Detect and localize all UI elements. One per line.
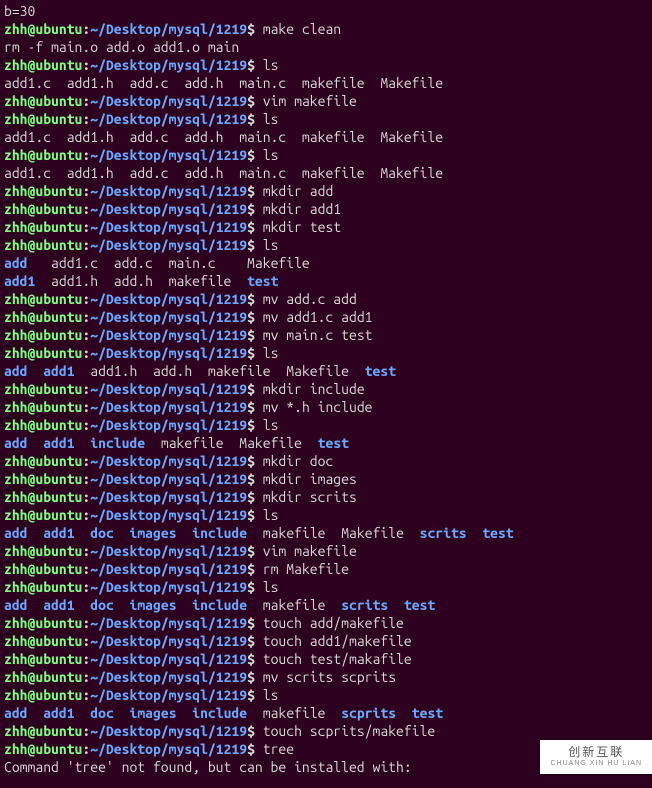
- terminal-line: zhh@ubuntu:~/Desktop/mysql/1219$ touch t…: [4, 650, 648, 668]
- terminal-line: zhh@ubuntu:~/Desktop/mysql/1219$ mkdir d…: [4, 452, 648, 470]
- terminal-line: zhh@ubuntu:~/Desktop/mysql/1219$ vim mak…: [4, 542, 648, 560]
- terminal-line: zhh@ubuntu:~/Desktop/mysql/1219$ mv add1…: [4, 308, 648, 326]
- terminal-line: zhh@ubuntu:~/Desktop/mysql/1219$ ls: [4, 344, 648, 362]
- terminal-line: add1.c add1.h add.c add.h main.c makefil…: [4, 164, 648, 182]
- terminal-line: zhh@ubuntu:~/Desktop/mysql/1219$ mv add.…: [4, 290, 648, 308]
- terminal-line: zhh@ubuntu:~/Desktop/mysql/1219$ ls: [4, 416, 648, 434]
- terminal-line: zhh@ubuntu:~/Desktop/mysql/1219$ ls: [4, 110, 648, 128]
- terminal-line: zhh@ubuntu:~/Desktop/mysql/1219$ touch s…: [4, 722, 648, 740]
- terminal-line: zhh@ubuntu:~/Desktop/mysql/1219$ ls: [4, 146, 648, 164]
- watermark-badge: 创新互联 CHUANG XIN HU LIAN: [540, 740, 652, 774]
- terminal-line: zhh@ubuntu:~/Desktop/mysql/1219$ mv *.h …: [4, 398, 648, 416]
- terminal-line: zhh@ubuntu:~/Desktop/mysql/1219$ mkdir i…: [4, 470, 648, 488]
- watermark-text-en: CHUANG XIN HU LIAN: [550, 758, 642, 770]
- watermark-text-cn: 创新互联: [550, 746, 642, 758]
- terminal-line: zhh@ubuntu:~/Desktop/mysql/1219$ rm Make…: [4, 560, 648, 578]
- terminal-line: zhh@ubuntu:~/Desktop/mysql/1219$ ls: [4, 236, 648, 254]
- terminal-line: zhh@ubuntu:~/Desktop/mysql/1219$ touch a…: [4, 632, 648, 650]
- terminal-line: zhh@ubuntu:~/Desktop/mysql/1219$ ls: [4, 686, 648, 704]
- terminal-line: zhh@ubuntu:~/Desktop/mysql/1219$ mv scri…: [4, 668, 648, 686]
- terminal-line: add add1.c add.c main.c Makefile: [4, 254, 648, 272]
- terminal-line: add1.c add1.h add.c add.h main.c makefil…: [4, 74, 648, 92]
- terminal-line: zhh@ubuntu:~/Desktop/mysql/1219$ mkdir t…: [4, 218, 648, 236]
- terminal-line: add add1 include makefile Makefile test: [4, 434, 648, 452]
- terminal-line: add1 add1.h add.h makefile test: [4, 272, 648, 290]
- terminal-line: zhh@ubuntu:~/Desktop/mysql/1219$ mkdir s…: [4, 488, 648, 506]
- terminal-line: rm -f main.o add.o add1.o main: [4, 38, 648, 56]
- terminal-line: zhh@ubuntu:~/Desktop/mysql/1219$ mv main…: [4, 326, 648, 344]
- terminal-line: zhh@ubuntu:~/Desktop/mysql/1219$ make cl…: [4, 20, 648, 38]
- terminal-line: add add1 doc images include makefile scr…: [4, 596, 648, 614]
- terminal-output[interactable]: b=30zhh@ubuntu:~/Desktop/mysql/1219$ mak…: [0, 0, 652, 778]
- terminal-line: zhh@ubuntu:~/Desktop/mysql/1219$ ls: [4, 506, 648, 524]
- terminal-line: zhh@ubuntu:~/Desktop/mysql/1219$ vim mak…: [4, 92, 648, 110]
- terminal-line: add add1 doc images include makefile scp…: [4, 704, 648, 722]
- terminal-line: zhh@ubuntu:~/Desktop/mysql/1219$ touch a…: [4, 614, 648, 632]
- terminal-line: add add1 doc images include makefile Mak…: [4, 524, 648, 542]
- terminal-line: zhh@ubuntu:~/Desktop/mysql/1219$ ls: [4, 56, 648, 74]
- terminal-line: b=30: [4, 2, 648, 20]
- terminal-line: zhh@ubuntu:~/Desktop/mysql/1219$ mkdir a…: [4, 182, 648, 200]
- terminal-line: add add1 add1.h add.h makefile Makefile …: [4, 362, 648, 380]
- terminal-line: add1.c add1.h add.c add.h main.c makefil…: [4, 128, 648, 146]
- terminal-line: zhh@ubuntu:~/Desktop/mysql/1219$ mkdir i…: [4, 380, 648, 398]
- terminal-line: zhh@ubuntu:~/Desktop/mysql/1219$ ls: [4, 578, 648, 596]
- terminal-line: zhh@ubuntu:~/Desktop/mysql/1219$ mkdir a…: [4, 200, 648, 218]
